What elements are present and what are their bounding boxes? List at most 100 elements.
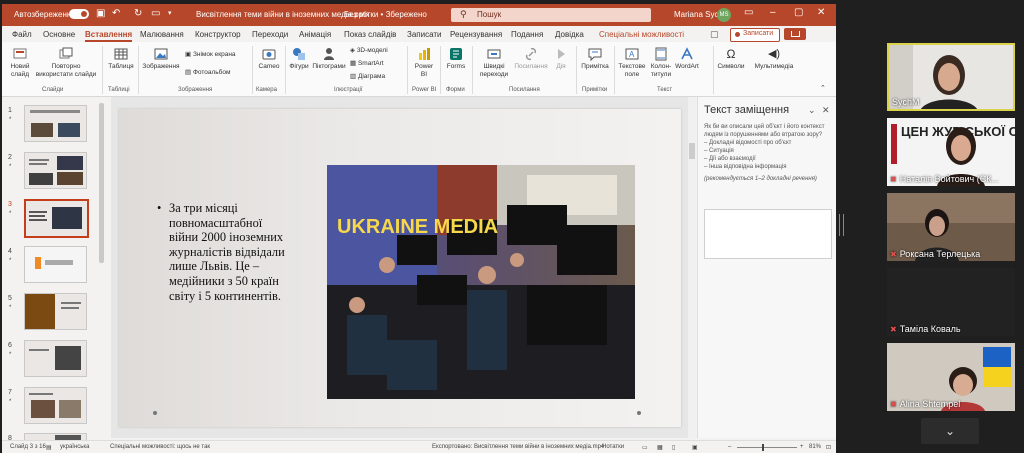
press-conference-photo[interactable]: UKRAINE MEDIA bbox=[327, 165, 635, 399]
participant-name-text: Наталія Войтович (ЄК... bbox=[899, 174, 999, 184]
fit-slide-icon[interactable]: ⊡ bbox=[826, 444, 831, 451]
pane-options-icon[interactable]: ⌄ bbox=[808, 105, 816, 116]
cameo-button[interactable]: Cameo bbox=[256, 47, 282, 71]
language-label[interactable]: українська bbox=[60, 444, 90, 450]
participant-tile[interactable]: ЦЕН ЖУР СЬКОЇ СОЛ ТІ ✖Наталія Войтович (… bbox=[887, 118, 1015, 186]
reading-view-icon[interactable]: ▯ bbox=[672, 444, 675, 451]
sorter-view-icon[interactable]: ▦ bbox=[657, 444, 663, 451]
table-button[interactable]: Таблиця bbox=[107, 47, 135, 71]
tab-help[interactable]: Довідка bbox=[555, 30, 584, 39]
slide-scrollbar[interactable] bbox=[688, 97, 696, 438]
alt-text-input[interactable] bbox=[704, 209, 832, 259]
pictograms-button[interactable]: Піктограми bbox=[312, 47, 346, 71]
autosave-toggle[interactable] bbox=[69, 9, 89, 19]
participant-name: ✖ Таміла Коваль bbox=[890, 324, 961, 334]
user-name[interactable]: Mariana Sych bbox=[674, 10, 723, 19]
new-slide-button[interactable]: Новий слайд bbox=[6, 47, 34, 79]
present-icon[interactable]: ▭ bbox=[151, 9, 160, 19]
tab-accessibility[interactable]: Спеціальні можливості bbox=[599, 30, 684, 39]
tab-transitions[interactable]: Переходи bbox=[252, 30, 288, 39]
tab-insert[interactable]: Вставлення bbox=[85, 30, 133, 42]
scroll-thumb[interactable] bbox=[689, 143, 695, 159]
cameo-label: Cameo bbox=[258, 63, 280, 70]
powerpoint-window: Автозбереження ▣ ↶ ↻ ▭ ▾ Висвітлення тем… bbox=[2, 4, 836, 453]
minimize-icon[interactable]: – bbox=[770, 7, 776, 18]
slide-thumbnail-7[interactable] bbox=[24, 387, 87, 424]
action-button[interactable]: Дія bbox=[550, 47, 572, 71]
undo-icon[interactable]: ↶ bbox=[112, 9, 120, 19]
tab-record[interactable]: Записати bbox=[407, 30, 442, 39]
accessibility-status[interactable]: Спеціальні можливості: щось не так bbox=[110, 444, 210, 450]
normal-view-icon[interactable]: ▭ bbox=[642, 444, 648, 451]
forms-button[interactable]: Forms bbox=[443, 47, 469, 71]
slide-thumbnail-2[interactable] bbox=[24, 152, 87, 189]
multimedia-button[interactable]: ◀) Мультимедіа bbox=[752, 47, 796, 71]
powerbi-button[interactable]: Power BI bbox=[411, 47, 437, 79]
tab-animations[interactable]: Анімація bbox=[299, 30, 331, 39]
images-button[interactable]: Зображення bbox=[141, 47, 181, 71]
comment-button[interactable]: Примітка bbox=[580, 47, 610, 71]
spellcheck-icon[interactable]: ▤ bbox=[46, 444, 52, 451]
slide-thumbnail-1[interactable] bbox=[24, 105, 87, 142]
record-button[interactable]: Записати bbox=[730, 28, 780, 42]
zoom-slider-thumb[interactable] bbox=[762, 444, 764, 451]
tab-view[interactable]: Подання bbox=[511, 30, 543, 39]
collapse-ribbon-icon[interactable]: ⌃ bbox=[820, 84, 826, 92]
participant-tile[interactable]: SychM bbox=[887, 43, 1015, 111]
ribbon-display-icon[interactable]: ▭ bbox=[744, 7, 753, 18]
tab-design[interactable]: Конструктор bbox=[195, 30, 241, 39]
slide-thumbnail-6[interactable] bbox=[24, 340, 87, 377]
slide-bullet-text[interactable]: • За три місяці повномасштабної війни 20… bbox=[157, 201, 287, 303]
participant-tile[interactable]: ✖ Роксана Терлецька bbox=[887, 193, 1015, 261]
comments-icon[interactable]: ▢ bbox=[710, 29, 719, 40]
zoom-out-icon[interactable]: – bbox=[728, 444, 731, 450]
zoom-in-icon[interactable]: + bbox=[800, 444, 804, 450]
link-button[interactable]: Посилання bbox=[513, 47, 549, 71]
user-avatar[interactable]: MS bbox=[717, 8, 731, 22]
tab-home[interactable]: Основне bbox=[43, 30, 75, 39]
save-icon[interactable]: ▣ bbox=[96, 9, 105, 19]
quick-links-button[interactable]: Швидкі переходи bbox=[475, 47, 513, 79]
expand-participants-button[interactable]: ⌄ bbox=[921, 418, 979, 444]
pane-close-icon[interactable]: ✕ bbox=[822, 105, 830, 116]
sensitivity-label[interactable]: Без мітки • Збережено bbox=[344, 10, 427, 19]
tab-review[interactable]: Рецензування bbox=[450, 30, 502, 39]
symbols-button[interactable]: Ω Символи bbox=[716, 47, 746, 71]
alt-text-item: – Дії або взаємодії bbox=[704, 156, 756, 162]
status-bar: Слайд 3 з 16 ▤ українська Спеціальні мож… bbox=[2, 440, 836, 453]
panel-resize-handle[interactable] bbox=[839, 214, 844, 236]
zoom-slider[interactable] bbox=[737, 447, 797, 448]
participant-tile[interactable]: ✖ Таміла Коваль bbox=[887, 268, 1015, 336]
search-box[interactable]: ⚲ Пошук bbox=[451, 8, 651, 22]
slide-thumbnail-5[interactable] bbox=[24, 293, 87, 330]
header-footer-button[interactable]: Колон-титули bbox=[648, 47, 674, 79]
tab-draw[interactable]: Малювання bbox=[140, 30, 184, 39]
notes-button[interactable]: Нотатки bbox=[602, 444, 624, 450]
redo-icon[interactable]: ↻ bbox=[134, 9, 142, 19]
share-button[interactable] bbox=[784, 28, 806, 40]
reuse-slides-button[interactable]: Повторно використати слайди bbox=[35, 47, 97, 79]
smartart-button[interactable]: ▦ SmartArt bbox=[350, 60, 384, 68]
photo-album-button[interactable]: ▤ Фотоальбом bbox=[185, 69, 231, 77]
shapes-button[interactable]: Фігури bbox=[287, 47, 311, 71]
wordart-button[interactable]: WordArt bbox=[674, 47, 700, 71]
svg-text:A: A bbox=[629, 50, 635, 59]
tab-file[interactable]: Файл bbox=[12, 30, 32, 39]
shapes-label: Фігури bbox=[289, 63, 309, 70]
customize-icon[interactable]: ▾ bbox=[168, 9, 172, 19]
participant-tile[interactable]: ✖ Alina Shtempel bbox=[887, 343, 1015, 411]
screenshot-button[interactable]: ▣ Знімок екрана bbox=[185, 51, 236, 59]
textbox-button[interactable]: A Текстове поле bbox=[617, 47, 647, 79]
tab-slideshow[interactable]: Показ слайдів bbox=[344, 30, 396, 39]
maximize-icon[interactable]: ▢ bbox=[794, 7, 803, 18]
close-icon[interactable]: ✕ bbox=[817, 7, 825, 18]
current-slide[interactable]: • За три місяці повномасштабної війни 20… bbox=[119, 109, 681, 427]
zoom-level[interactable]: 81% bbox=[809, 444, 821, 450]
chart-button[interactable]: ▥ Діаграма bbox=[350, 73, 385, 81]
3d-models-button[interactable]: ◈ 3D-моделі bbox=[350, 47, 388, 55]
muted-mic-icon: ✖ bbox=[890, 175, 897, 184]
slide-thumbnail-3[interactable] bbox=[24, 199, 89, 238]
thumbnails-scrollbar[interactable] bbox=[99, 103, 104, 263]
slide-thumbnail-4[interactable] bbox=[24, 246, 87, 283]
slideshow-view-icon[interactable]: ▣ bbox=[692, 444, 698, 451]
